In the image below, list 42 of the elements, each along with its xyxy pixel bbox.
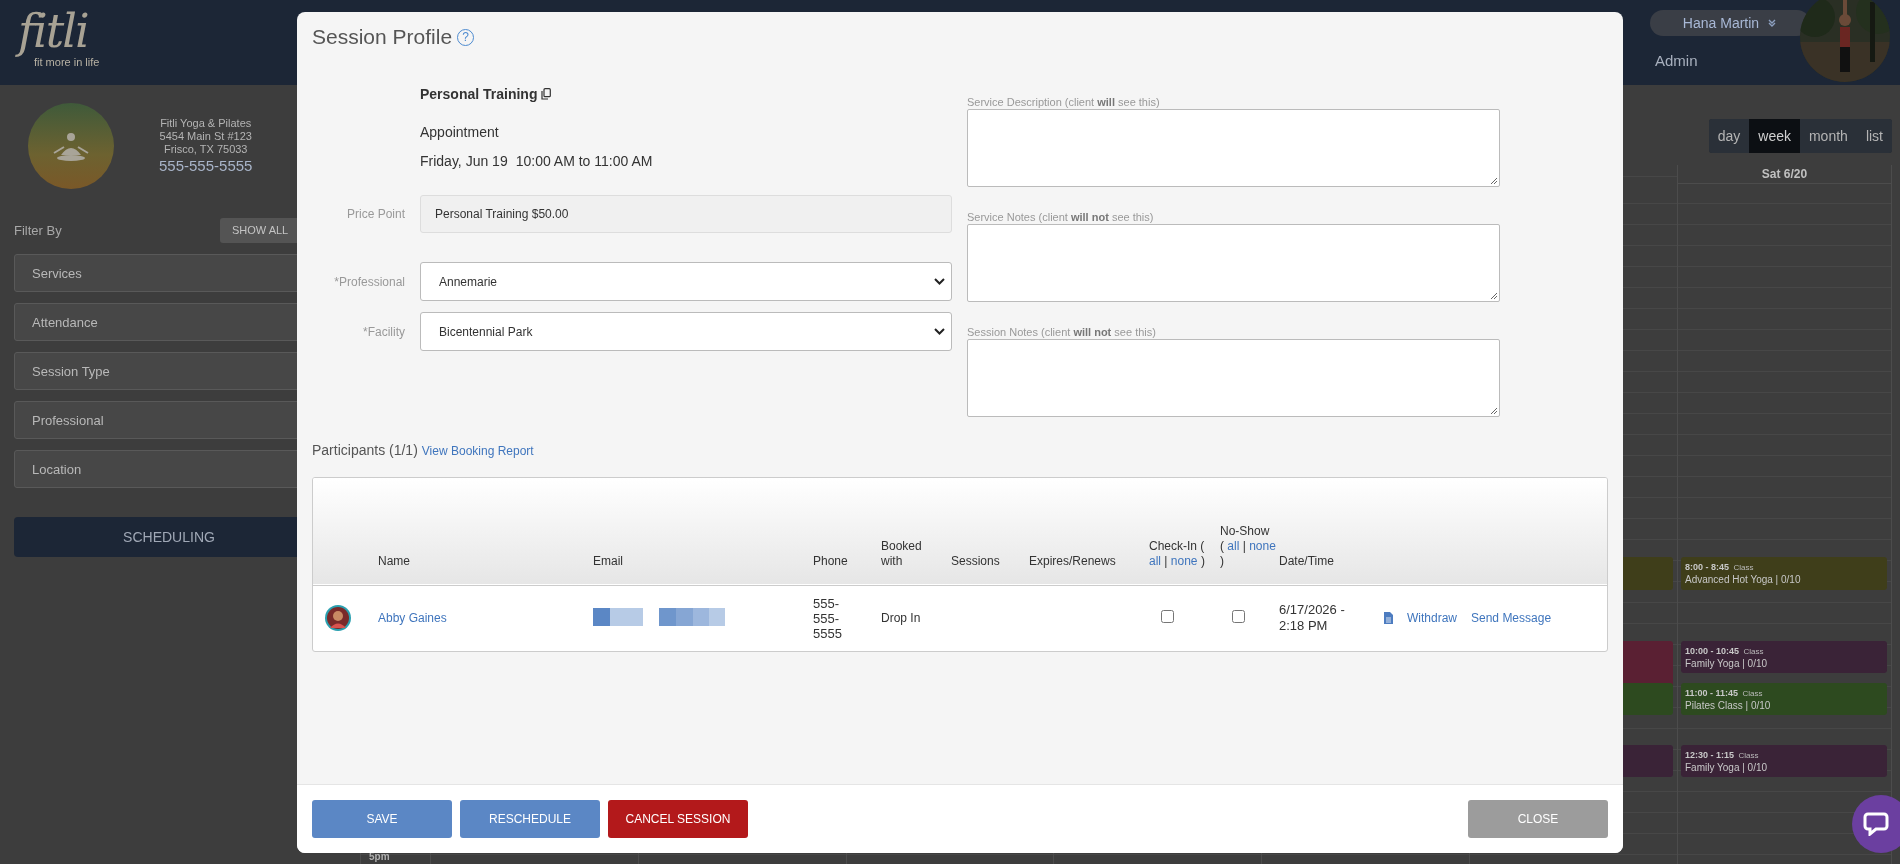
studio-address: 5454 Main St #123 [159,129,252,143]
price-field: Personal Training $50.00 [420,195,952,233]
column-header: Date/Time [1279,553,1334,569]
column-header: Name [378,553,410,569]
notes-label: Session Notes (client will not see this) [967,326,1157,339]
booking-date-time: 6/17/2026 - 2:18 PM [1279,602,1346,635]
column-header: Check-In ( all | none ) [1149,538,1205,569]
service-name: Personal Training [420,86,538,102]
column-header: Booked with [881,538,923,569]
dialog-title: Session Profile [312,25,453,49]
column-header: Sessions [951,553,1000,569]
column-header: No-Show ( all | none ) [1220,523,1276,569]
studio-phone: 555-555-5555 [159,155,253,176]
studio-name: Fitli Yoga & Pilates [160,116,252,130]
column-header: Phone [813,553,848,569]
event-type: Class [1733,563,1754,572]
column-header: Expires/Renews [1029,553,1116,569]
field-label: Price Point [345,207,405,221]
phone-number: 555-555-5555 [813,595,843,641]
event-time: 11:00 - 11:45 [1685,688,1739,698]
studio-address: Frisco, TX 75033 [163,142,248,156]
event-title: Family Yoga | 0/10 [1685,657,1769,670]
event-title: Pilates Class | 0/10 [1685,699,1772,712]
event-time: 8:00 - 8:45 [1685,562,1729,572]
field-label: *Professional [333,274,405,289]
booked-with: Drop In [881,611,921,626]
service-type: Appointment [420,124,499,140]
event-type: Class [1743,647,1764,656]
event-title: Family Yoga | 0/10 [1685,761,1769,774]
event-time: 10:00 - 10:45 [1685,646,1740,656]
session-date: Friday, Jun 19 [420,153,508,169]
event-type: Class [1742,689,1763,698]
event-title: Advanced Hot Yoga | 0/10 [1685,573,1802,586]
notes-label: Service Description (client will see this) [967,96,1161,109]
event-type: Class [1738,751,1759,760]
column-header: Email [593,553,623,569]
logo-tagline: fit more in life [34,56,100,68]
event-time: 12:30 - 1:15 [1685,750,1734,760]
notes-label: Service Notes (client will not see this) [967,211,1155,224]
field-label: *Facility [362,324,405,339]
session-time: 10:00 AM to 11:00 AM [515,153,653,169]
filter-label: Filter By [14,222,62,238]
